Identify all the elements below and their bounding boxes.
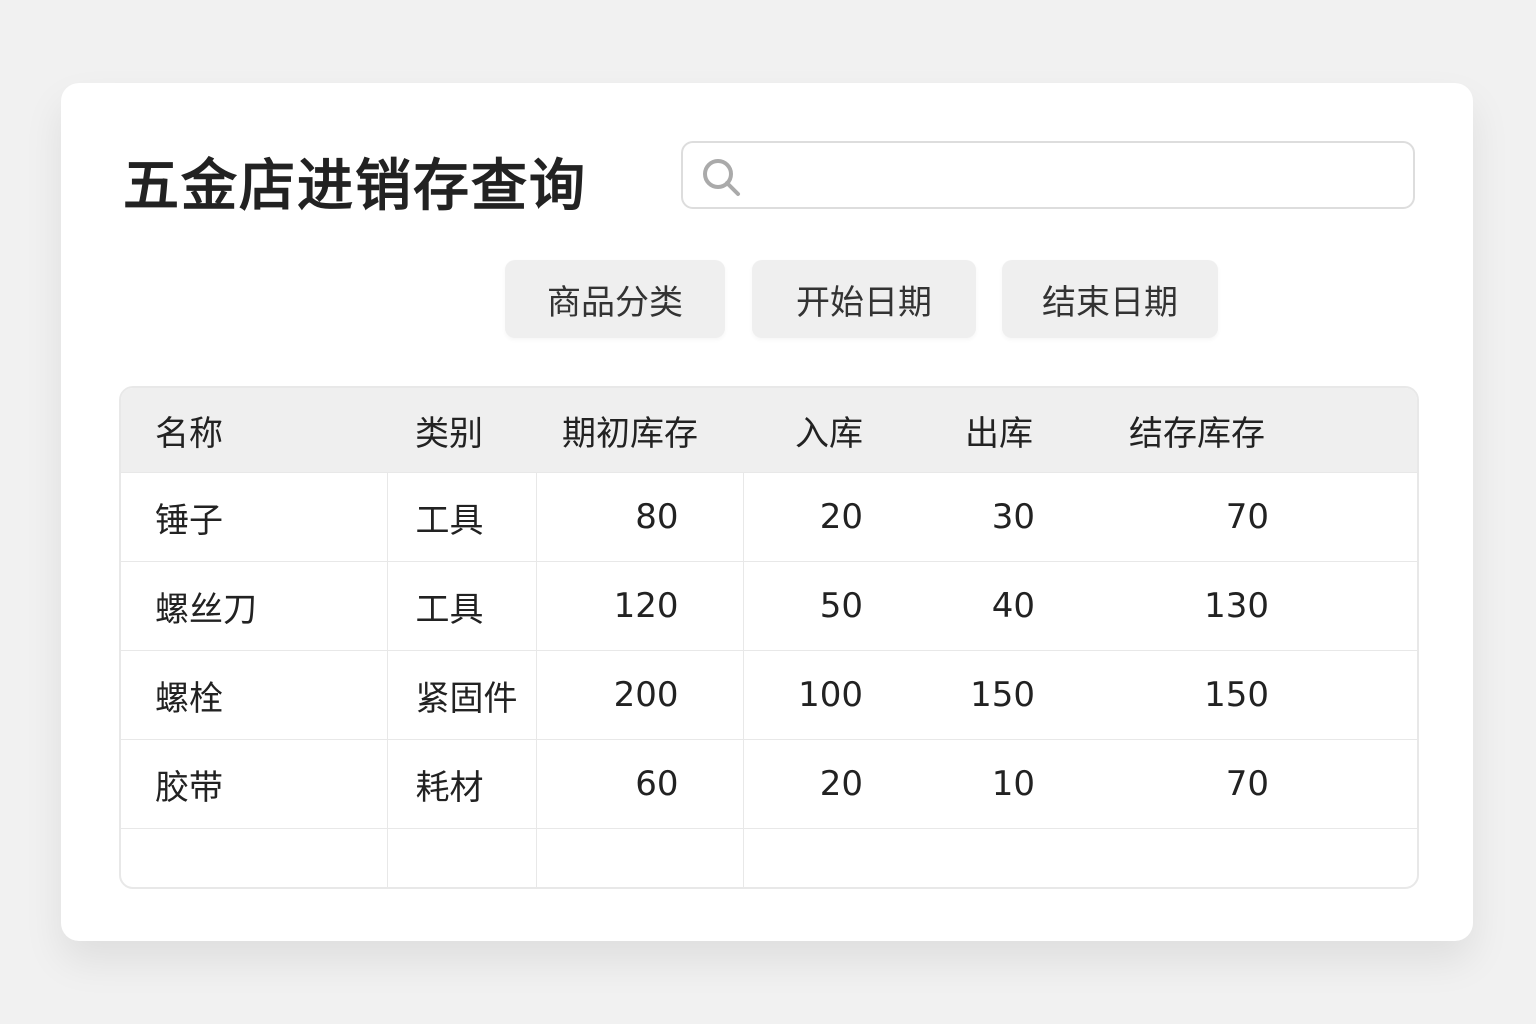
search-box[interactable] [681, 141, 1415, 209]
cell-name: 螺栓 [121, 650, 388, 740]
cell-opening-stock: 200 [536, 650, 744, 740]
search-icon [703, 159, 740, 196]
cell-stock-in [743, 828, 923, 887]
cell-opening-stock: 120 [536, 561, 744, 651]
cell-closing-stock: 70 [1095, 472, 1315, 562]
cell-closing-stock: 130 [1095, 561, 1315, 651]
cell-closing-stock: 70 [1095, 739, 1315, 829]
page-title: 五金店进销存查询 [123, 154, 587, 219]
cell-stock-in: 100 [743, 650, 923, 740]
cell-stock-out: 150 [923, 650, 1095, 740]
cell-opening-stock [536, 828, 744, 887]
cell-stock-in: 20 [743, 472, 923, 562]
header-category: 类别 [387, 388, 536, 473]
cell-opening-stock: 60 [536, 739, 744, 829]
cell-spacer [1315, 828, 1417, 887]
header-stock-out: 出库 [923, 388, 1095, 473]
cell-spacer [1315, 650, 1417, 740]
cell-stock-in: 50 [743, 561, 923, 651]
category-filter-button[interactable]: 商品分类 [505, 260, 725, 338]
inventory-table: 名称 类别 期初库存 入库 出库 结存库存 锤子 工具 80 20 30 70 螺丝刀 工具 1… [119, 386, 1419, 889]
end-date-button[interactable]: 结束日期 [1002, 260, 1218, 338]
table-row: 螺丝刀 工具 120 50 40 130 [121, 561, 1417, 651]
cell-opening-stock: 80 [536, 472, 744, 562]
cell-stock-in: 20 [743, 739, 923, 829]
cell-spacer [1315, 739, 1417, 829]
cell-category [387, 828, 537, 887]
cell-category: 紧固件 [387, 650, 537, 740]
cell-stock-out: 10 [923, 739, 1095, 829]
cell-category: 耗材 [387, 739, 537, 829]
cell-name: 胶带 [121, 739, 388, 829]
header-name: 名称 [121, 388, 387, 473]
inventory-card: 五金店进销存查询 商品分类 开始日期 结束日期 名称 类别 期初库存 入库 出库… [61, 83, 1473, 941]
cell-stock-out: 30 [923, 472, 1095, 562]
cell-closing-stock [1095, 828, 1315, 887]
cell-stock-out: 40 [923, 561, 1095, 651]
cell-spacer [1315, 561, 1417, 651]
cell-spacer [1315, 472, 1417, 562]
cell-name: 螺丝刀 [121, 561, 388, 651]
cell-closing-stock: 150 [1095, 650, 1315, 740]
table-row: 螺栓 紧固件 200 100 150 150 [121, 650, 1417, 740]
cell-category: 工具 [387, 472, 537, 562]
table-row: 胶带 耗材 60 20 10 70 [121, 739, 1417, 829]
cell-name [121, 828, 388, 887]
table-row-empty [121, 828, 1417, 887]
cell-stock-out [923, 828, 1095, 887]
cell-name: 锤子 [121, 472, 388, 562]
table-row: 锤子 工具 80 20 30 70 [121, 472, 1417, 562]
table-header-row: 名称 类别 期初库存 入库 出库 结存库存 [121, 388, 1417, 473]
header-closing-stock: 结存库存 [1095, 388, 1315, 473]
cell-category: 工具 [387, 561, 537, 651]
start-date-button[interactable]: 开始日期 [752, 260, 976, 338]
header-stock-in: 入库 [743, 388, 923, 473]
search-input[interactable] [753, 153, 1397, 199]
header-opening-stock: 期初库存 [536, 388, 743, 473]
